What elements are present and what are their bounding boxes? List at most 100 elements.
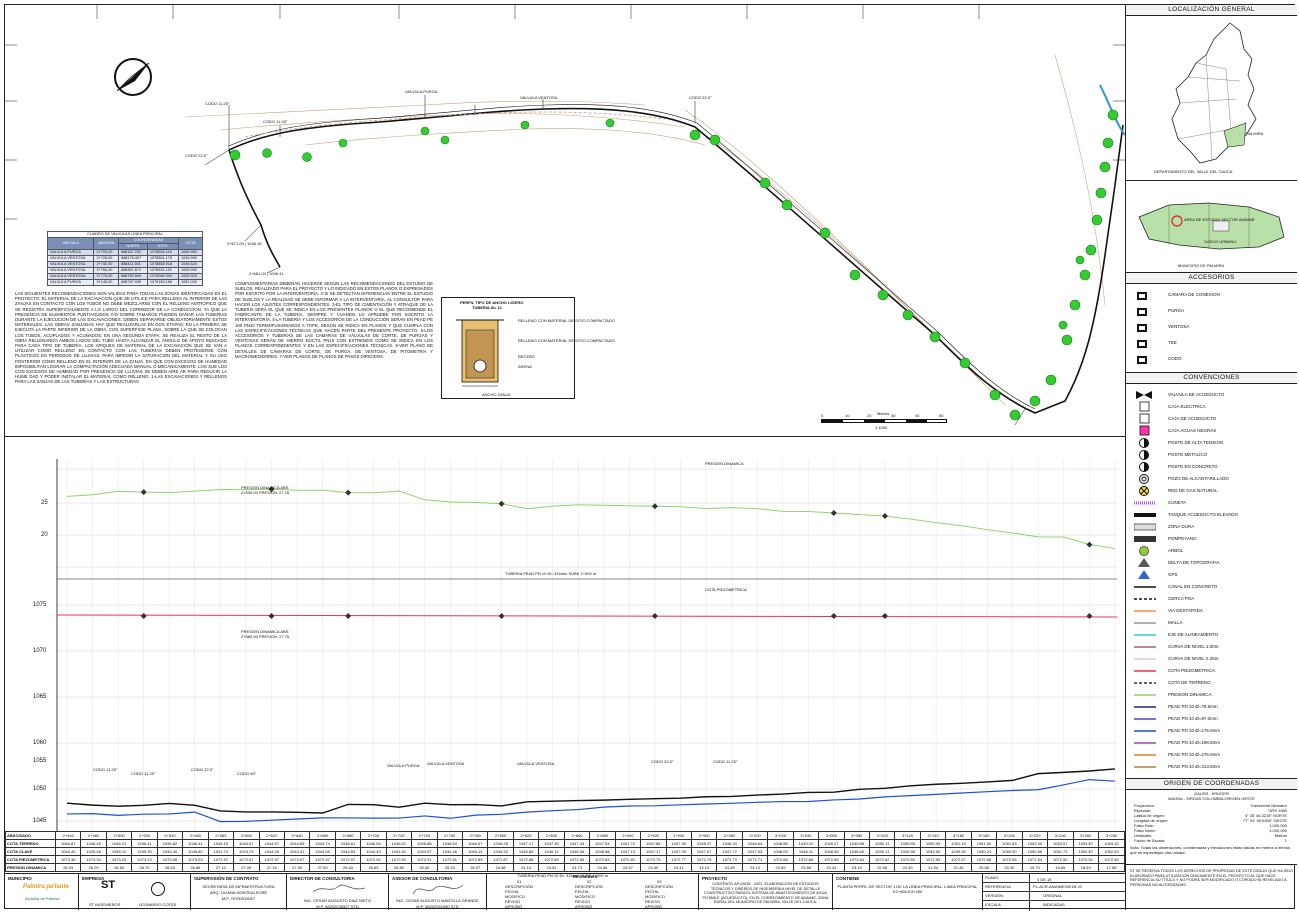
accesorio-item: CODO (1134, 353, 1293, 365)
convencion-item: PRESION DINAMICA (1134, 689, 1293, 701)
y-tick: 1065 (33, 694, 47, 700)
y-tick: 20 (41, 532, 48, 538)
line-cyan-icon (1134, 631, 1156, 639)
data-table-row: COTA PIEZOMETRICA 1073.36 1073.34 1073.23 10… (5, 855, 1126, 864)
tee-icon (1134, 339, 1156, 348)
convencion-item: VIA DESTAPADA (1134, 605, 1293, 617)
st-logo: ST (101, 879, 116, 891)
ring-icon (1134, 474, 1156, 484)
line-green-icon (1134, 691, 1156, 699)
plan-annotation: CODO 11.25° (263, 119, 288, 124)
profile-grid (56, 459, 1118, 831)
piezo-marker (140, 613, 147, 619)
sq-white-icon (1134, 401, 1156, 412)
fitting-label: VALVULA PURGA (387, 763, 420, 768)
urban-label: CASCO URBANO (1204, 239, 1237, 244)
title-block: MUNICIPIO Palmira pa'lante Alcaldía de P… (5, 873, 1125, 911)
pressure-marker (345, 489, 352, 496)
bar-black-icon (1134, 511, 1156, 519)
y-tick: 1055 (33, 758, 47, 764)
convencion-item: CAJA AGUAS NEGRAS (1134, 425, 1293, 437)
half-circle-icon (1134, 438, 1156, 448)
fitting-label: CODO 22.5° (651, 759, 674, 764)
convencion-item: DELTA DE TOPOGRAFIA (1134, 557, 1293, 569)
fitting-label: VALVULA VENTOSA (427, 761, 465, 766)
convencion-item: COTA PIEZOMETRICA (1134, 665, 1293, 677)
municipio-map: AREA DE ESTUDIO SECTOR AMAIME CASCO URBA… (1126, 181, 1297, 273)
half-circle-icon (1134, 450, 1156, 460)
tb-plano: PLANO 4 DE 18 REFERENCIA PL-ACR-AMAIME/S… (983, 874, 1125, 911)
palmira-map (1138, 202, 1285, 250)
convencion-item: TANQUE ACUEDUCTO ELEVADO (1134, 509, 1293, 521)
piezo-marker (830, 613, 837, 619)
convencion-item: POSTE DE ALTA TENSION (1134, 437, 1293, 449)
plan-annotation: CODO 22.5° (185, 153, 208, 158)
pressure-label: PRESION DINAMICA (705, 461, 744, 466)
piezo-marker (345, 613, 352, 619)
notes-right: COMPLEMENTARIAS DEBERÁN HACERSE SEGÚN LA… (235, 281, 433, 359)
y-tick: 1070 (33, 648, 47, 654)
convencion-item: CERCA POA (1134, 593, 1293, 605)
data-table-row: PRESION DINAMICA 26.03 26.29 26.84 26.70 26.6… (5, 863, 1126, 872)
notes-left: LAS SIGUIENTES RECOMENDACIONES SON VALID… (15, 291, 227, 385)
line-brown-icon (1134, 643, 1156, 651)
lc-logo-icon (151, 882, 165, 896)
fitting-label: CODO 11.25° (93, 767, 118, 772)
pressure-point-label: PRESION DINAMICA ABS: 2+500.00 PRESION: … (241, 485, 290, 495)
sq-white-icon (1134, 413, 1156, 424)
data-table-row: ABSCISADO 2+440 2+460 2+500 2+520 2+540 2+560 2… (5, 831, 1126, 840)
profile-view: 25 20 1075 1070 1065 1060 1055 1050 1045… (5, 455, 1125, 831)
convencion-item: POMPEYANO (1134, 533, 1293, 545)
rights-note: ST SE RESERVA TODOS LOS DERECHOS DE PROP… (1130, 869, 1293, 887)
tb-supervision: SUPERVISIÓN DE CONTRATO SECRETARIA DE IN… (191, 874, 287, 910)
convencion-item: PEAD PN 10 Ø=276.8mm (1134, 749, 1293, 761)
profile-data-table: ABSCISADO 2+440 2+460 2+500 2+520 2+540 2+560 2… (5, 831, 1126, 872)
accesorios-legend: ACCESORIOS CAMARA DE CONEXION PURGA VENTOS… (1126, 273, 1297, 373)
line-tan-icon (1134, 655, 1156, 663)
ventosa-icon (1134, 323, 1156, 332)
convencion-item: POZO DE ALCANTARILLADO (1134, 473, 1293, 485)
tree-icon (1134, 546, 1156, 556)
plan-annotation: 2+671.00 | 1046.15 (227, 241, 262, 246)
accesorio-item: PURGA (1134, 305, 1293, 317)
plan-annotation: 2+681.00 | 1046.41 (249, 271, 284, 276)
director-signature (312, 884, 366, 893)
convencion-item: POSTE EN CONCRETO (1134, 461, 1293, 473)
piezo-marker (1086, 613, 1093, 619)
convencion-item: MALLA (1134, 617, 1293, 629)
convencion-item: CURVA DE NIVEL 1.00m (1134, 641, 1293, 653)
plan-view: CODO 11.25° CODO 22.5° VALVULA PURGA VAL… (5, 5, 1125, 437)
valves-table: CUADRO DE VALVULAS LINEA PRINCIPAL VALVU… (46, 231, 203, 286)
north-arrow-icon (111, 55, 155, 99)
trench-detail: PERFIL TIPO DE ANCHO LIGERO TUBERIA Ø= 1… (441, 297, 615, 399)
line-olive-icon (1134, 763, 1156, 771)
palmira-tag: PALMIRA (1246, 131, 1264, 136)
piezo-marker (881, 613, 888, 619)
sidebar: LOCALIZACIÓN GENERAL PALMIRA DEPARTAMENT… (1125, 5, 1297, 910)
convencion-item: VALVULA DE ACUEDUCTO (1134, 389, 1293, 401)
gps-icon (1134, 570, 1156, 579)
y-tick: 25 (41, 500, 48, 506)
piezo-point-label: PRESION DINAMICA ABS: 2+580.00 PRESION: … (241, 629, 290, 639)
coords-key: Factor de Escala: (1134, 838, 1166, 843)
bar-dots-icon (1134, 535, 1156, 543)
line-gray-icon (1134, 619, 1156, 627)
convencion-item: CUNETA (1134, 497, 1293, 509)
accesorio-item: VENTOSA (1134, 321, 1293, 333)
line-orange2-icon (1134, 751, 1156, 759)
dept-label: DEPARTAMENTO DEL VALLE DEL CAUCA (1154, 169, 1233, 174)
dots-purple-icon (1134, 499, 1156, 507)
gas-icon (1134, 486, 1156, 496)
accesorio-item: TEE (1134, 337, 1293, 349)
codo-icon (1134, 355, 1156, 364)
piezo-marker (268, 613, 275, 619)
piezo-marker (498, 613, 505, 619)
convencion-item: RED DE GAS NATURAL (1134, 485, 1293, 497)
plan-annotation: CODO 22.5° (689, 95, 712, 100)
line-purple-icon (1134, 739, 1156, 747)
scale-bar: Metros 0 10 20 30 40 50 1:1000 (821, 411, 947, 433)
convencion-item: ZONA DURA (1134, 521, 1293, 533)
convencion-item: CANAL EN CONCRETO (1134, 581, 1293, 593)
valves-table-row: VALVULA PURGA 3+145,00 888787.939 1079183.1… (46, 279, 203, 286)
coords-note: Nota: Todas las dimensiones, coordenadas… (1130, 845, 1291, 855)
